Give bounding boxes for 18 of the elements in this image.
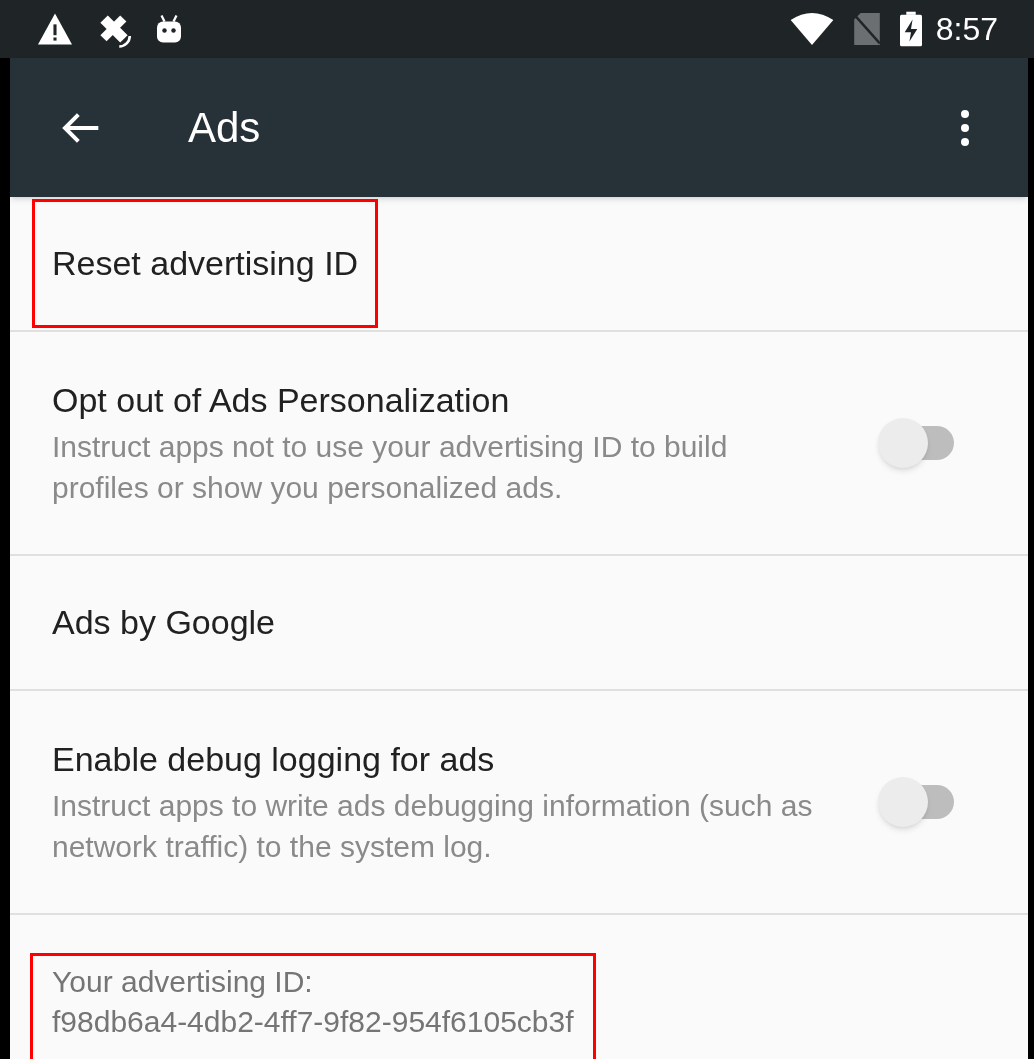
android-icon [154, 12, 184, 46]
info-text: f98db6a4-4db2-4ff7-9f82-954f6105cb3f [52, 1004, 574, 1040]
settings-row[interactable]: Reset advertising ID [10, 197, 1028, 332]
wifi-icon [789, 13, 834, 45]
status-time: 8:57 [935, 10, 998, 49]
warning-icon [36, 12, 74, 46]
battery-charging-icon [899, 11, 922, 47]
settings-row[interactable]: Opt out of Ads Personalization Instruct apps not to use your advertising ID to build profiles or show you personalized ads. [10, 332, 1028, 556]
setting-summary: Instruct apps not to use your advertising ID to build profiles or show you personalized ads. [52, 429, 729, 506]
setting-summary: Instruct apps to write ads debugging information (such as network traffic) to the system log. [52, 788, 814, 865]
no-sim-icon [853, 13, 880, 45]
setting-title: Ads by Google [52, 603, 276, 641]
screen-title: Ads [188, 103, 261, 153]
settings-row[interactable]: Enable debug logging for ads Instruct apps to write ads debugging information (such as network traffic) to the system log. [10, 691, 1028, 915]
info-text: Your advertising ID: [52, 964, 314, 1000]
setting-title: Reset advertising ID [52, 244, 359, 282]
setting-title: Opt out of Ads Personalization [52, 380, 511, 421]
setting-title: Enable debug logging for ads [52, 739, 496, 780]
